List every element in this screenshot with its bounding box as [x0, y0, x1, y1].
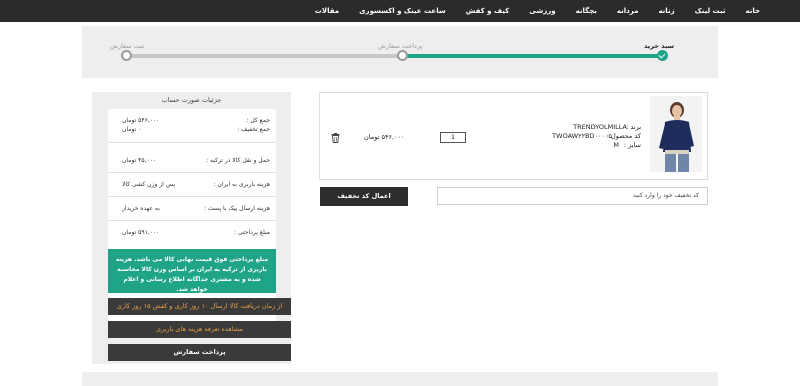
invoice-row-payable: مبلغ پرداختی : ۵۹۱,۰۰۰ تومان: [108, 221, 276, 245]
invoice-row-totals: جمع کل : ۵۴۶,۰۰۰ تومان جمع تخفیف : ۰ توم…: [108, 109, 276, 143]
brand-value: TRENDYOLMILLA: [573, 123, 627, 131]
step-node-order: [121, 50, 132, 61]
quantity-input[interactable]: 1: [440, 132, 466, 143]
invoice-row-freight: هزینه باربری به ایران : پس از وزن کشی کا…: [108, 173, 276, 197]
invoice-title: جزئیات صورت حساب: [161, 96, 222, 104]
total-label: جمع کل :: [246, 117, 270, 124]
shipping-label: حمل و نقل کالا در ترکیه :: [206, 157, 270, 164]
trash-icon[interactable]: [331, 133, 340, 143]
delivery-time-button[interactable]: از زمان دریافت کالا ارسال ۱۰ روز کاری و …: [108, 298, 291, 315]
step-node-payment: [397, 50, 408, 61]
nav-menu: خانه ثبت لینک زنانه مردانه بچگانه ورزشی …: [295, 0, 760, 22]
step-label-cart: سبد خرید: [644, 42, 674, 50]
discount-code-input[interactable]: کد تخفیف خود را وارد کنید: [437, 187, 708, 205]
post-label: هزینه ارسال پیک یا پست :: [204, 205, 270, 212]
post-value: به عهده خریدار: [122, 205, 160, 212]
total-value: ۵۴۶,۰۰۰ تومان: [122, 117, 160, 124]
shipping-value: ۴۵,۰۰۰ تومان: [122, 157, 157, 164]
size-label: سایز :: [623, 141, 641, 149]
top-nav: خانه ثبت لینک زنانه مردانه بچگانه ورزشی …: [0, 0, 800, 22]
product-code-value: TWOAW۲۲BD۰۰۰۰۵: [552, 132, 612, 140]
progress-track-done: [403, 54, 662, 58]
pay-order-button[interactable]: پرداخت سفارش: [108, 344, 291, 361]
size-value: M: [613, 141, 619, 149]
nav-item-kids[interactable]: بچگانه: [576, 7, 597, 15]
nav-item-accessories[interactable]: ساعت عینک و اکسسوری: [359, 7, 446, 15]
nav-item-sports[interactable]: ورزشی: [529, 7, 555, 15]
freight-rates-button[interactable]: مشاهده تعرفه هزینه های باربری: [108, 321, 291, 338]
discount-total-label: جمع تخفیف :: [237, 126, 270, 133]
brand-label: برند :: [626, 123, 641, 131]
apply-discount-button[interactable]: اعمال کد تخفیف: [320, 187, 408, 206]
freight-value: پس از وزن کشی کالا: [122, 181, 176, 188]
step-label-order: ثبت سفارش: [110, 42, 145, 50]
payable-label: مبلغ پرداختی :: [234, 229, 270, 236]
invoice-row-post: هزینه ارسال پیک یا پست : به عهده خریدار: [108, 197, 276, 221]
product-image[interactable]: [650, 96, 702, 172]
nav-item-men[interactable]: مردانه: [617, 7, 639, 15]
freight-label: هزینه باربری به ایران :: [213, 181, 270, 188]
nav-item-articles[interactable]: مقالات: [315, 7, 339, 15]
nav-item-women[interactable]: زنانه: [658, 7, 674, 15]
nav-item-home[interactable]: خانه: [745, 7, 760, 15]
nav-item-register-link[interactable]: ثبت لینک: [695, 7, 726, 15]
freight-notice: مبلغ پرداختی فوق قیمت نهایی کالا می باشد…: [108, 249, 276, 293]
nav-item-bags-shoes[interactable]: کیف و کفش: [466, 7, 510, 15]
discount-total-value: ۰ تومان: [122, 126, 142, 133]
progress-track-pending: [126, 54, 403, 58]
footer-strip: [82, 372, 718, 386]
payable-value: ۵۹۱,۰۰۰ تومان: [122, 229, 160, 236]
step-node-cart: [657, 50, 668, 61]
cart-item-card: برند : TRENDYOLMILLA کد محصول : TWOAW۲۲B…: [319, 92, 708, 180]
invoice-row-shipping: حمل و نقل کالا در ترکیه : ۴۵,۰۰۰ تومان: [108, 149, 276, 173]
step-label-payment: پرداخت سفارش: [378, 42, 423, 50]
item-price: ۵۴۶,۰۰۰ تومان: [364, 133, 405, 141]
